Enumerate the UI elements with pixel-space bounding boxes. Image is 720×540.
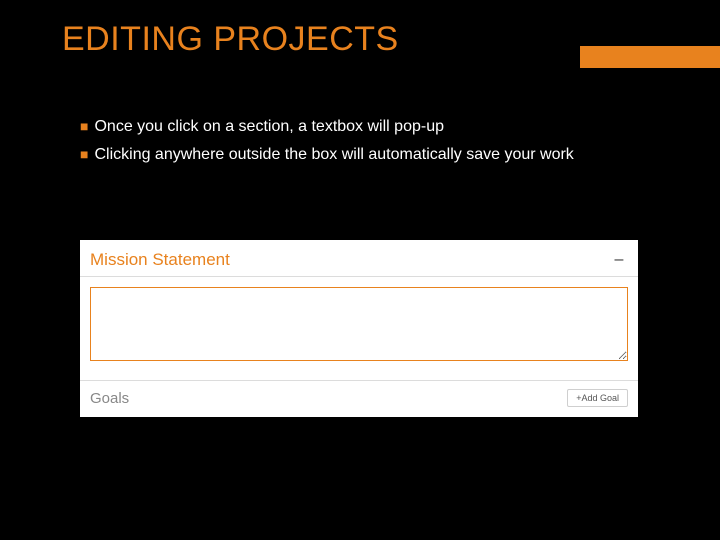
- mission-textarea[interactable]: [90, 287, 628, 361]
- bullet-text: Clicking anywhere outside the box will a…: [94, 142, 573, 168]
- embedded-form: Mission Statement – Goals +Add Goal: [80, 240, 638, 417]
- slide-title: EDITING PROJECTS: [62, 20, 399, 59]
- goals-label: Goals: [90, 390, 129, 407]
- list-item: ■ Once you click on a section, a textbox…: [80, 114, 574, 140]
- list-item: ■ Clicking anywhere outside the box will…: [80, 142, 574, 168]
- collapse-icon[interactable]: –: [610, 251, 628, 269]
- bullet-icon: ■: [80, 142, 88, 167]
- bullet-text: Once you click on a section, a textbox w…: [94, 114, 444, 140]
- accent-bar: [580, 46, 720, 68]
- mission-section-header: Mission Statement –: [80, 240, 638, 277]
- textarea-container: [80, 277, 638, 381]
- goals-section-header: Goals +Add Goal: [80, 381, 638, 417]
- bullet-list: ■ Once you click on a section, a textbox…: [80, 114, 574, 169]
- add-goal-button[interactable]: +Add Goal: [567, 389, 628, 407]
- mission-label: Mission Statement: [90, 250, 230, 270]
- bullet-icon: ■: [80, 114, 88, 139]
